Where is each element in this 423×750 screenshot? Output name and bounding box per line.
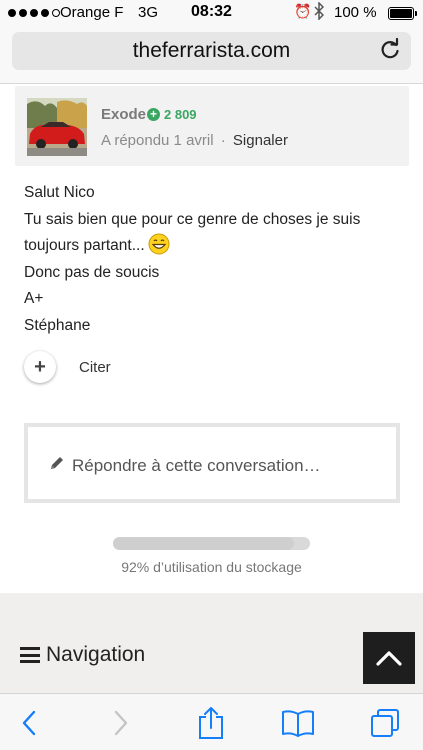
scroll-to-top-button[interactable] bbox=[363, 632, 415, 684]
chevron-left-icon bbox=[22, 710, 36, 736]
url-text[interactable]: theferrarista.com bbox=[12, 39, 411, 63]
storage-usage-label: 92% d’utilisation du stockage bbox=[121, 559, 302, 575]
post-line: A+ bbox=[24, 290, 44, 307]
post-line: Donc pas de soucis bbox=[24, 263, 160, 281]
report-link[interactable]: Signaler bbox=[233, 132, 288, 149]
post-line: Tu sais bien que pour ce genre de choses… bbox=[24, 210, 361, 228]
browser-toolbar bbox=[0, 693, 423, 750]
tabs-button[interactable] bbox=[368, 706, 402, 740]
avatar[interactable] bbox=[27, 98, 87, 156]
chevron-right-icon bbox=[114, 710, 128, 736]
post-line: Salut Nico bbox=[24, 184, 95, 201]
bluetooth-icon bbox=[314, 1, 325, 24]
forward-button[interactable] bbox=[104, 706, 138, 740]
battery-icon bbox=[388, 7, 417, 20]
chevron-up-icon bbox=[376, 651, 402, 666]
post-content: Salut Nico Tu sais bien que pour ce genr… bbox=[24, 180, 404, 339]
tabs-icon bbox=[371, 709, 399, 737]
back-button[interactable] bbox=[12, 706, 46, 740]
alarm-icon: ⏰ bbox=[294, 3, 312, 19]
grinning-smiley-icon bbox=[148, 233, 170, 255]
quote-button[interactable]: Citer bbox=[79, 359, 111, 376]
status-bar: Orange F 3G 08:32 ⏰ 100 % bbox=[0, 0, 423, 28]
reputation-badge: + 2 809 bbox=[147, 107, 197, 122]
book-icon bbox=[282, 710, 314, 737]
bookmarks-button[interactable] bbox=[281, 706, 315, 740]
post-meta: A répondu 1 avril · Signaler bbox=[101, 132, 288, 149]
share-icon bbox=[199, 707, 223, 739]
post-line: Stéphane bbox=[24, 316, 91, 334]
meta-separator: · bbox=[220, 132, 226, 149]
post-header: Exode + 2 809 A répondu 1 avril · Signal… bbox=[15, 86, 409, 166]
reply-prompt[interactable]: Répondre à cette conversation… bbox=[48, 454, 321, 477]
address-bar[interactable]: theferrarista.com bbox=[12, 32, 411, 70]
author-name[interactable]: Exode bbox=[101, 106, 146, 123]
post-line: toujours partant... bbox=[24, 233, 404, 260]
reaction-plus-button[interactable]: + bbox=[24, 351, 56, 383]
hamburger-icon bbox=[20, 647, 40, 663]
battery-percentage: 100 % bbox=[334, 4, 377, 21]
browser-chrome: Orange F 3G 08:32 ⏰ 100 % theferrarista.… bbox=[0, 0, 423, 84]
reload-icon[interactable] bbox=[377, 37, 403, 63]
share-button[interactable] bbox=[194, 706, 228, 740]
footer: Navigation bbox=[0, 593, 423, 693]
post-actions: + Citer bbox=[24, 350, 111, 384]
reply-box[interactable]: Répondre à cette conversation… bbox=[24, 423, 400, 503]
reply-date[interactable]: A répondu 1 avril bbox=[101, 132, 214, 149]
storage-progress-bar bbox=[113, 537, 310, 550]
storage-progress-fill bbox=[113, 537, 295, 550]
plus-circle-icon: + bbox=[147, 108, 160, 121]
navigation-toggle[interactable]: Navigation bbox=[20, 643, 145, 667]
navigation-label[interactable]: Navigation bbox=[46, 643, 145, 667]
reputation-count: 2 809 bbox=[164, 107, 197, 122]
reply-placeholder[interactable]: Répondre à cette conversation… bbox=[72, 456, 321, 476]
pencil-icon bbox=[48, 454, 66, 477]
